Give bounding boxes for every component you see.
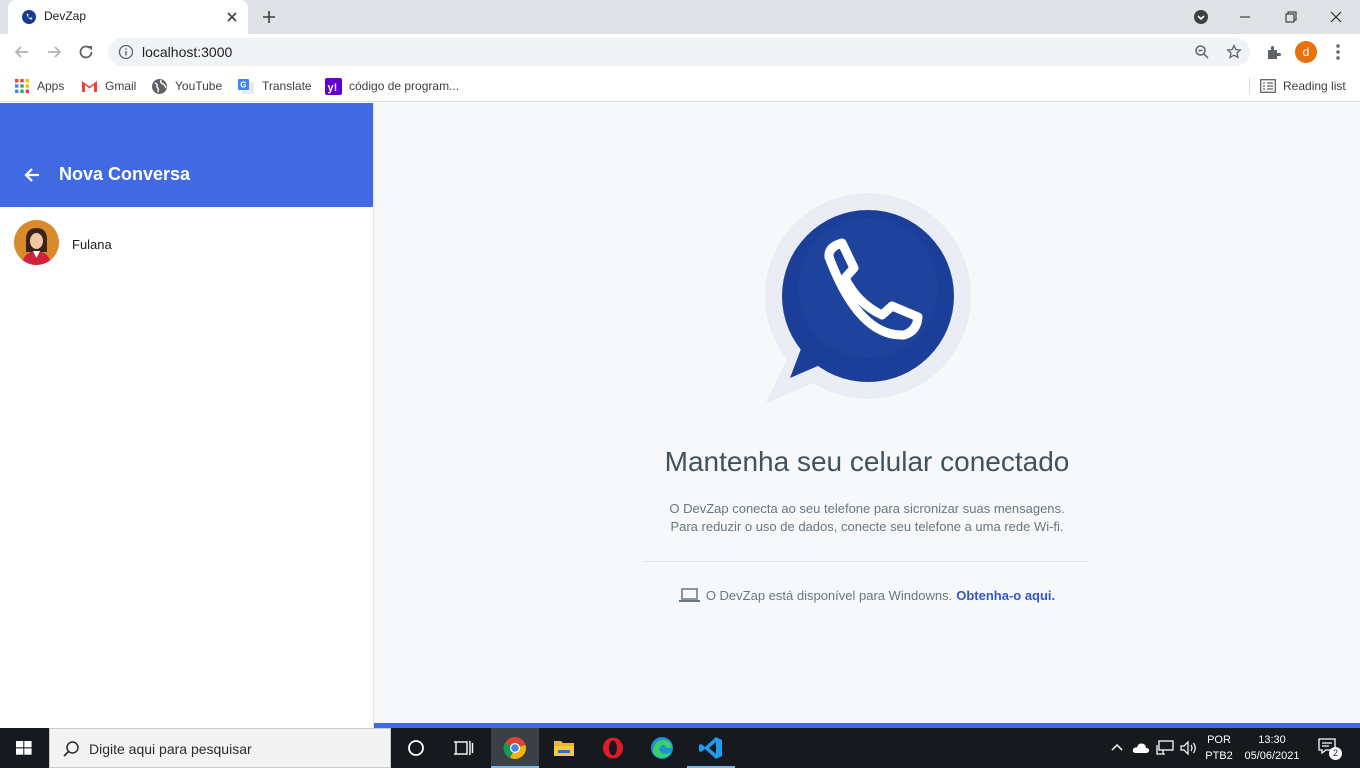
windows-availability: O DevZap está disponível para Windowns. … [374,588,1360,603]
intro-description: O DevZap conecta ao seu telefone para si… [374,500,1360,536]
reading-list-button[interactable]: Reading list [1260,76,1346,96]
keyboard-layout: PTB2 [1205,750,1233,762]
browser-toolbar: localhost:3000 d [0,34,1360,70]
svg-text:G: G [240,80,246,89]
bookmark-star-icon[interactable] [1226,44,1242,60]
chevron-up-icon[interactable] [1110,741,1124,755]
taskbar-search-placeholder: Digite aqui para pesquisar [89,741,252,757]
laptop-icon [678,588,700,602]
close-window-icon[interactable] [1322,4,1350,30]
address-bar[interactable]: localhost:3000 [108,38,1250,66]
new-chat-title: Nova Conversa [59,164,191,184]
zoom-icon[interactable] [1194,44,1210,60]
contact-avatar [14,220,59,265]
new-tab-icon[interactable] [258,6,280,28]
windows-start-icon[interactable] [0,728,48,768]
tab-search-icon[interactable] [1187,4,1215,30]
bookmark-label: Translate [262,79,312,93]
minimize-icon[interactable] [1231,4,1259,30]
extensions-icon[interactable] [1264,42,1284,62]
taskbar-vscode[interactable] [687,728,735,768]
opera-icon [603,737,623,759]
network-icon[interactable] [1156,740,1174,756]
task-view-icon [454,741,474,755]
new-chat-panel: Nova Conversa Fulana [0,103,374,728]
close-tab-icon[interactable] [222,7,242,27]
input-language[interactable]: POR PTB2 [1203,732,1235,764]
taskbar-search[interactable]: Digite aqui para pesquisar [49,728,391,768]
reading-list-label: Reading list [1283,79,1346,93]
bookmark-yahoo[interactable]: y! código de program... [325,76,459,96]
devzap-app: Nova Conversa Fulana Mantenha seu celula… [0,103,1360,728]
search-icon [63,741,79,757]
taskbar-opera[interactable] [589,728,637,768]
clock[interactable]: 13:30 05/06/2021 [1240,732,1304,764]
bookmark-youtube[interactable]: YouTube [151,76,222,96]
site-info-icon[interactable] [118,44,134,60]
windows-taskbar: Digite aqui para pesquisar POR PTB2 13:3… [0,728,1360,768]
apps-grid-icon [15,79,29,93]
chrome-icon [503,737,526,759]
action-center-button[interactable]: 2 [1318,738,1342,760]
reload-icon[interactable] [76,42,96,62]
onedrive-cloud-icon[interactable] [1132,741,1150,755]
cortana-circle-icon [408,740,424,756]
back-arrow-icon[interactable] [22,166,42,184]
bookmarks-bar: Apps Gmail YouTube G Translate y! código… [0,70,1360,102]
globe-icon [152,78,167,94]
reading-list-icon [1260,79,1276,93]
bookmark-label: código de program... [349,79,460,93]
bookmark-gmail[interactable]: Gmail [81,76,136,96]
browser-tabstrip: DevZap [0,0,1360,34]
clock-time: 13:30 [1258,734,1286,746]
bookmark-label: Apps [37,79,65,93]
url-text[interactable]: localhost:3000 [142,44,232,60]
cortana-button[interactable] [392,728,440,768]
clock-date: 05/06/2021 [1244,750,1300,762]
vscode-icon [699,737,722,759]
bookmark-apps[interactable]: Apps [14,76,64,96]
volume-icon[interactable] [1180,740,1198,756]
intro-description-line: Para reduzir o uso de dados, conecte seu… [670,519,1064,534]
taskbar-chrome[interactable] [491,728,539,768]
back-icon[interactable] [12,42,32,62]
forward-icon[interactable] [44,42,64,62]
bookmark-label: Gmail [105,79,137,93]
translate-icon: G [238,78,254,94]
bookmark-translate[interactable]: G Translate [237,76,312,96]
tab-title: DevZap [44,9,87,23]
intro-description-line: O DevZap conecta ao seu telefone para si… [669,501,1065,516]
svg-text:y!: y! [328,82,338,94]
taskbar-edge[interactable] [638,728,686,768]
devzap-logo-icon [765,193,971,403]
bookmark-label: YouTube [175,79,223,93]
browser-menu-icon[interactable] [1330,42,1346,62]
browser-tab[interactable]: DevZap [8,0,248,34]
intro-headline: Mantenha seu celular conectado [664,446,1070,477]
windows-text: O DevZap está disponível para Windowns. [705,588,953,603]
intro-divider [644,561,1089,562]
yahoo-icon: y! [325,77,342,95]
contact-name: Fulana [72,237,112,252]
windows-download-link[interactable]: Obtenha-o aqui. [956,588,1055,603]
gmail-icon [82,81,97,92]
intro-panel: Mantenha seu celular conectado O DevZap … [374,103,1360,728]
language-code: POR [1207,734,1231,746]
taskbar-file-explorer[interactable] [540,728,588,768]
person-avatar-icon [14,220,59,265]
task-view-button[interactable] [440,728,488,768]
notification-count-badge: 2 [1329,747,1342,760]
bookmarks-separator [1249,77,1250,95]
devzap-favicon-icon [22,10,36,24]
profile-avatar[interactable]: d [1295,41,1317,63]
contact-list-item[interactable]: Fulana [0,217,373,269]
restore-icon[interactable] [1277,4,1305,30]
folder-icon [554,741,574,756]
edge-icon [651,737,673,759]
new-chat-header: Nova Conversa [0,103,373,207]
